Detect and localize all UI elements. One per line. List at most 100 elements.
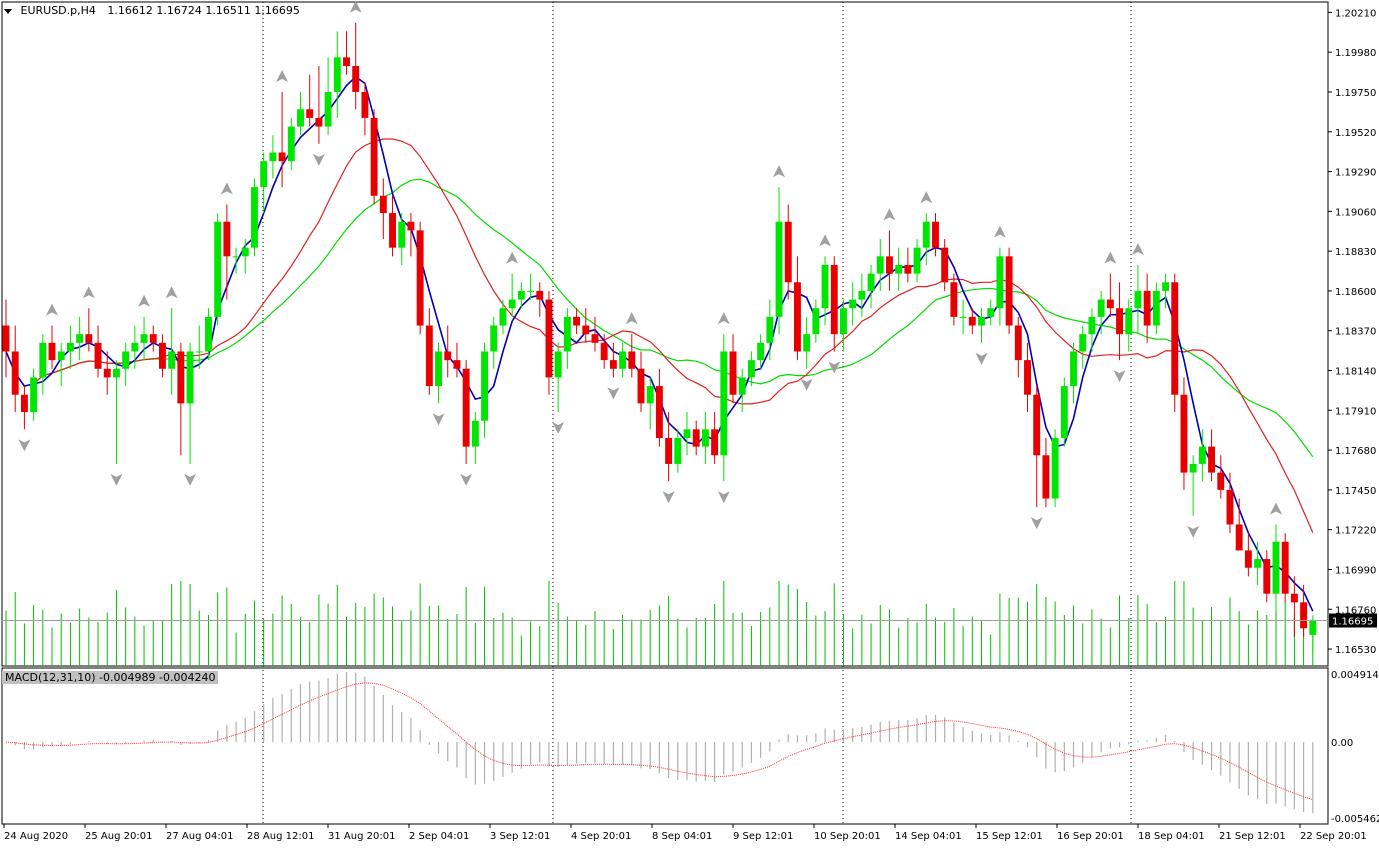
candle-body[interactable] — [1014, 325, 1022, 361]
candle-body[interactable] — [306, 109, 314, 118]
candle-body[interactable] — [637, 368, 645, 404]
candle-body[interactable] — [821, 264, 829, 309]
candle-body[interactable] — [57, 351, 65, 361]
candle-body[interactable] — [655, 386, 663, 438]
candle-body[interactable] — [895, 264, 903, 274]
candle-body[interactable] — [1116, 308, 1123, 335]
candle-body[interactable] — [398, 221, 406, 248]
candle-body[interactable] — [747, 360, 755, 378]
candle-body[interactable] — [269, 152, 277, 162]
candle-body[interactable] — [177, 351, 185, 404]
candle-body[interactable] — [849, 299, 857, 309]
candle-body[interactable] — [435, 351, 442, 387]
candle-body[interactable] — [913, 247, 921, 274]
candle-body[interactable] — [361, 91, 369, 118]
candle-body[interactable] — [1106, 299, 1114, 309]
candle-body[interactable] — [131, 342, 139, 352]
candle-body[interactable] — [876, 256, 884, 274]
candle-body[interactable] — [1134, 290, 1142, 309]
candle-body[interactable] — [416, 230, 424, 326]
candle-body[interactable] — [886, 256, 893, 274]
candle-body[interactable] — [563, 316, 571, 352]
candle-body[interactable] — [1060, 386, 1068, 438]
candle-body[interactable] — [76, 334, 84, 343]
candle-body[interactable] — [158, 342, 166, 369]
candle-body[interactable] — [1290, 593, 1298, 603]
candle-body[interactable] — [1235, 524, 1243, 551]
candle-body[interactable] — [1272, 541, 1280, 594]
candle-body[interactable] — [674, 437, 682, 464]
candle-body[interactable] — [692, 429, 700, 447]
candle-body[interactable] — [481, 351, 488, 421]
candle-body[interactable] — [508, 299, 516, 309]
candle-body[interactable] — [1263, 559, 1271, 594]
candle-body[interactable] — [471, 420, 479, 447]
macd-subwindow-frame[interactable] — [1, 667, 1329, 825]
candle-body[interactable] — [425, 325, 433, 387]
candle-body[interactable] — [1097, 299, 1105, 317]
candle-body[interactable] — [453, 360, 461, 369]
candle-body[interactable] — [600, 342, 608, 361]
candle-body[interactable] — [1171, 282, 1179, 395]
candle-body[interactable] — [94, 342, 102, 369]
candle-body[interactable] — [241, 247, 249, 257]
candle-body[interactable] — [646, 386, 654, 404]
candle-body[interactable] — [324, 91, 332, 127]
candle-body[interactable] — [140, 334, 148, 343]
candle-body[interactable] — [757, 342, 765, 361]
candle-body[interactable] — [1143, 290, 1151, 326]
candle-body[interactable] — [149, 334, 157, 343]
candle-body[interactable] — [959, 316, 967, 318]
candle-body[interactable] — [490, 325, 498, 352]
candle-body[interactable] — [20, 394, 28, 413]
candle-body[interactable] — [904, 264, 912, 274]
candle-body[interactable] — [122, 351, 130, 369]
candle-body[interactable] — [591, 334, 599, 343]
candle-body[interactable] — [1042, 455, 1050, 499]
candle-body[interactable] — [665, 437, 673, 464]
candle-body[interactable] — [1051, 437, 1059, 499]
candle-body[interactable] — [343, 57, 350, 67]
candle-body[interactable] — [711, 429, 719, 456]
candle-body[interactable] — [978, 316, 985, 326]
candle-body[interactable] — [186, 351, 194, 404]
candle-body[interactable] — [1033, 394, 1041, 456]
candle-body[interactable] — [333, 57, 341, 92]
candle-body[interactable] — [444, 351, 452, 361]
candle-body[interactable] — [103, 368, 111, 378]
candle-body[interactable] — [968, 316, 976, 326]
candle-body[interactable] — [1198, 446, 1206, 464]
candle-body[interactable] — [609, 360, 617, 369]
candle-body[interactable] — [536, 290, 544, 300]
candle-body[interactable] — [39, 342, 47, 378]
candle-body[interactable] — [1070, 351, 1077, 387]
candle-body[interactable] — [738, 377, 746, 395]
candle-body[interactable] — [784, 221, 792, 283]
candle-body[interactable] — [48, 342, 56, 361]
candle-body[interactable] — [85, 334, 93, 343]
candle-body[interactable] — [287, 126, 295, 162]
candle-body[interactable] — [775, 221, 783, 317]
candle-body[interactable] — [1244, 550, 1252, 568]
candle-body[interactable] — [30, 377, 38, 413]
candle-body[interactable] — [1162, 282, 1170, 291]
candle-body[interactable] — [66, 342, 74, 352]
candle-body[interactable] — [232, 256, 240, 258]
candle-body[interactable] — [112, 368, 120, 378]
candle-body[interactable] — [214, 221, 222, 317]
candle-body[interactable] — [793, 282, 801, 352]
candle-body[interactable] — [527, 290, 535, 292]
candle-body[interactable] — [251, 187, 258, 248]
candle-body[interactable] — [867, 273, 875, 291]
candle-body[interactable] — [766, 316, 774, 343]
candle-body[interactable] — [1024, 360, 1031, 395]
dropdown-triangle-icon[interactable] — [4, 8, 12, 14]
candle-body[interactable] — [1180, 394, 1188, 473]
candle-body[interactable] — [987, 308, 995, 317]
candle-body[interactable] — [223, 221, 231, 257]
candle-body[interactable] — [278, 152, 286, 162]
candle-body[interactable] — [582, 325, 590, 335]
candle-body[interactable] — [720, 351, 728, 456]
candle-body[interactable] — [297, 109, 304, 127]
candle-body[interactable] — [462, 368, 470, 447]
